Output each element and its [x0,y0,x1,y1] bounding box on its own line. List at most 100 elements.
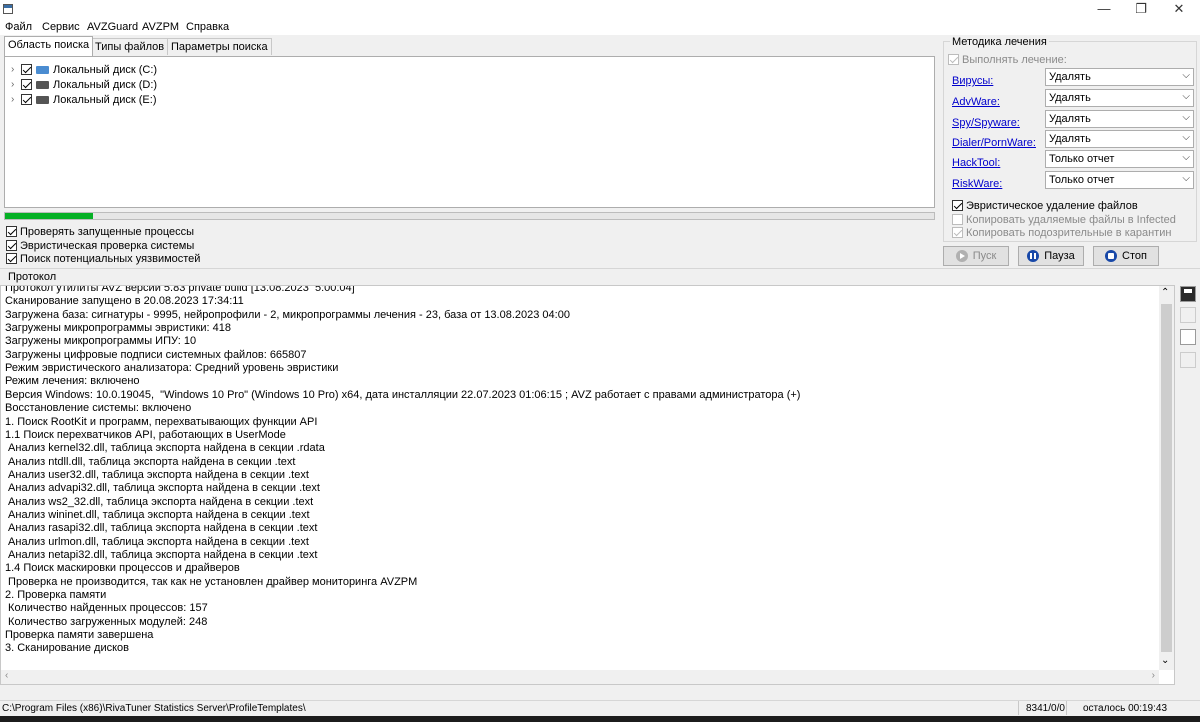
log-line: 1.4 Поиск маскировки процессов и драйвер… [5,562,240,575]
copy-suspicious-checkbox[interactable] [952,227,963,238]
expand-chevron-icon[interactable]: › [11,64,17,75]
log-line: Анализ rasapi32.dll, таблица экспорта на… [5,522,318,535]
scroll-up-icon[interactable]: ⌃ [1161,287,1169,298]
chevron-down-icon: ⌵ [1182,173,1190,184]
option-heuristic-delete[interactable]: Эвристическое удаление файлов [952,199,1138,212]
pause-icon [1027,250,1040,262]
scroll-left-icon[interactable]: ‹ [5,670,8,681]
viruses-select[interactable]: Удалять ⌵ [1045,68,1194,86]
advware-link[interactable]: AdvWare: [952,96,1000,108]
status-current-path: C:\Program Files (x86)\RivaTuner Statist… [2,703,306,714]
drive-c-checkbox[interactable] [21,64,32,75]
tree-item-drive-d[interactable]: › Локальный диск (D:) [11,77,157,92]
maximize-button[interactable]: ❐ [1125,0,1157,19]
log-line: Количество загруженных модулей: 248 [5,615,208,628]
log-line: Проверка памяти завершена [5,629,154,642]
menu-bar: Файл Сервис AVZGuard AVZPM Справка [0,19,1200,35]
menu-avzpm[interactable]: AVZPM [142,21,179,33]
tab-search-params[interactable]: Параметры поиска [167,38,272,55]
chevron-down-icon: ⌵ [1182,91,1190,102]
tree-item-drive-c[interactable]: › Локальный диск (C:) [11,62,157,77]
drive-e-label: Локальный диск (E:) [53,93,157,106]
play-icon [955,250,968,262]
start-button-label: Пуск [972,250,997,262]
log-line: Загружены цифровые подписи системных фай… [5,348,307,361]
log-line: Анализ wininet.dll, таблица экспорта най… [5,508,310,521]
menu-avzguard[interactable]: AVZGuard [87,21,138,33]
log-line: Восстановление системы: включено [5,402,192,415]
quarantine-icon[interactable] [1180,352,1196,368]
log-line: Анализ ntdll.dll, таблица экспорта найде… [5,455,296,468]
start-button[interactable]: Пуск [943,246,1009,266]
drive-e-checkbox[interactable] [21,94,32,105]
vulnerabilities-checkbox[interactable] [6,253,17,264]
option-heuristic-check[interactable]: Эвристическая проверка системы [6,239,194,252]
dialer-link[interactable]: Dialer/PornWare: [952,137,1036,149]
save-log-icon[interactable] [1180,286,1196,302]
log-horizontal-scrollbar[interactable]: ‹ › [1,670,1159,684]
tab-file-types[interactable]: Типы файлов [91,38,169,55]
progress-fill [5,213,94,219]
riskware-link[interactable]: RiskWare: [952,178,1002,190]
riskware-select-value: Только отчет [1049,174,1115,186]
scroll-down-icon[interactable]: ⌄ [1161,655,1169,666]
log-line: 1.1 Поиск перехватчиков API, работающих … [5,428,286,441]
status-counter: 8341/0/0 [1026,703,1065,714]
minimize-button[interactable]: — [1088,0,1120,19]
chevron-down-icon: ⌵ [1182,70,1190,81]
hacktool-link[interactable]: HackTool: [952,157,1000,169]
chevron-down-icon: ⌵ [1182,112,1190,123]
hacktool-select[interactable]: Только отчет ⌵ [1045,150,1194,168]
log-line: Сканирование запущено в 20.08.2023 17:34… [5,295,244,308]
copy-suspicious-label: Копировать подозрительные в карантин [966,226,1172,239]
tab-search-area[interactable]: Область поиска [4,36,94,56]
viruses-select-value: Удалять [1049,71,1091,83]
taskbar [0,716,1200,722]
title-bar [0,0,1200,19]
expand-chevron-icon[interactable]: › [11,94,17,105]
log-line: Анализ advapi32.dll, таблица экспорта на… [5,482,320,495]
pause-button[interactable]: Пауза [1018,246,1084,266]
scroll-right-icon[interactable]: › [1152,670,1155,681]
log-line: Загружены микропрограммы ИПУ: 10 [5,335,197,348]
expand-chevron-icon[interactable]: › [11,79,17,90]
menu-help[interactable]: Справка [186,21,229,33]
copy-deleted-checkbox[interactable] [952,214,963,225]
spyware-link[interactable]: Spy/Spyware: [952,117,1020,129]
protocol-log[interactable]: Протокол утилиты AVZ версии 5.83 private… [0,285,1175,685]
log-scroll-thumb[interactable] [1161,304,1172,652]
option-copy-deleted[interactable]: Копировать удаляемые файлы в Infected [952,213,1176,226]
heuristic-check-label: Эвристическая проверка системы [20,239,195,252]
log-line: Проверка не производится, так как не уст… [5,575,418,588]
log-line: Протокол утилиты AVZ версии 5.83 private… [5,285,355,294]
check-processes-checkbox[interactable] [6,226,17,237]
viruses-link[interactable]: Вирусы: [952,75,993,87]
document-icon[interactable] [1180,329,1196,345]
drive-icon [36,80,49,89]
heuristic-delete-label: Эвристическое удаление файлов [966,199,1138,212]
option-vulnerabilities[interactable]: Поиск потенциальных уязвимостей [6,252,200,265]
tree-item-drive-e[interactable]: › Локальный диск (E:) [11,92,157,107]
advware-select[interactable]: Удалять ⌵ [1045,89,1194,107]
menu-file[interactable]: Файл [5,21,32,33]
stop-button[interactable]: Стоп [1093,246,1159,266]
dialer-select-value: Удалять [1049,133,1091,145]
perform-treatment-checkbox[interactable] [948,54,959,65]
option-copy-suspicious[interactable]: Копировать подозрительные в карантин [952,226,1171,239]
heuristic-delete-checkbox[interactable] [952,200,963,211]
drive-d-checkbox[interactable] [21,79,32,90]
close-button[interactable]: ✕ [1163,0,1195,19]
riskware-select[interactable]: Только отчет ⌵ [1045,171,1194,189]
spyware-select[interactable]: Удалять ⌵ [1045,110,1194,128]
log-line: Режим эвристического анализатора: Средни… [5,362,339,375]
glasses-icon[interactable] [1180,307,1196,323]
chevron-down-icon: ⌵ [1182,152,1190,163]
menu-service[interactable]: Сервис [42,21,80,33]
dialer-select[interactable]: Удалять ⌵ [1045,130,1194,148]
heuristic-check-checkbox[interactable] [6,240,17,251]
option-check-processes[interactable]: Проверять запущенные процессы [6,225,194,238]
log-line: Анализ kernel32.dll, таблица экспорта на… [5,442,325,455]
option-perform-treatment[interactable]: Выполнять лечение: [948,53,1067,66]
log-line: Загружены микропрограммы эвристики: 418 [5,322,232,335]
system-drive-icon [36,65,49,74]
